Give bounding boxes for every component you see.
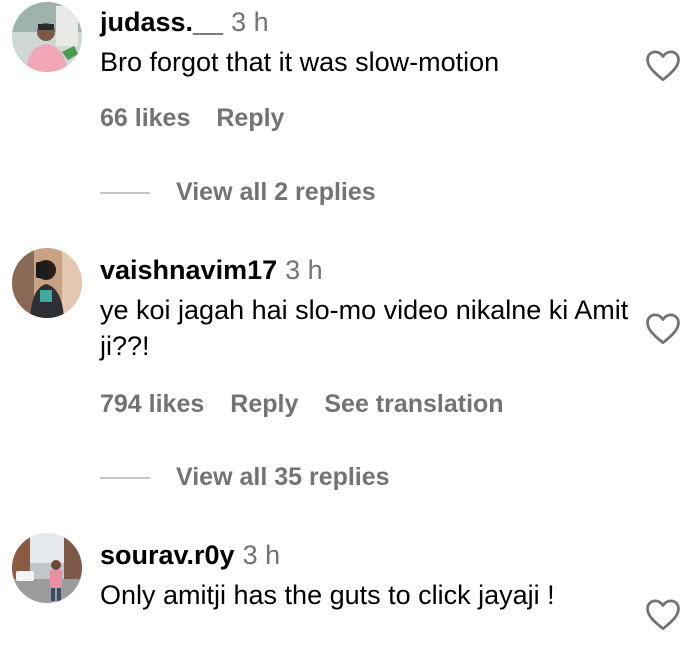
avatar-image — [12, 533, 82, 603]
avatar[interactable] — [12, 2, 82, 72]
heart-icon[interactable] — [644, 311, 682, 345]
view-replies-button[interactable]: View all 35 replies — [100, 463, 390, 495]
view-replies-label: View all 2 replies — [176, 178, 376, 206]
avatar[interactable] — [12, 248, 82, 318]
username[interactable]: vaishnavim17 — [100, 255, 277, 285]
view-replies-button[interactable]: View all 2 replies — [100, 178, 376, 210]
reply-button[interactable]: Reply — [216, 104, 284, 132]
likes-count[interactable]: 66 likes — [100, 104, 190, 132]
comment-text: Bro forgot that it was slow-motion — [100, 47, 500, 77]
comment-time: 3 h — [242, 540, 281, 570]
avatar-image — [12, 2, 82, 72]
comment-text: ye koi jagah hai slo-mo video nikalne ki… — [100, 295, 629, 361]
reply-button[interactable]: Reply — [230, 390, 298, 418]
comment-header: sourav.r0y 3 h — [100, 539, 280, 571]
comment-actions: 66 likes Reply — [100, 104, 310, 133]
username[interactable]: judass.__ — [100, 7, 223, 37]
comment-text: Only amitji has the guts to click jayaji… — [100, 580, 555, 610]
heart-icon[interactable] — [644, 48, 682, 82]
comment-header: vaishnavim17 3 h — [100, 254, 323, 286]
comment-actions: 794 likes Reply See translation — [100, 390, 530, 419]
see-translation-button[interactable]: See translation — [324, 390, 503, 418]
view-replies-label: View all 35 replies — [176, 463, 390, 491]
comment-time: 3 h — [231, 7, 269, 37]
avatar-image — [12, 248, 82, 318]
likes-count[interactable]: 794 likes — [100, 390, 204, 418]
replies-divider — [100, 191, 150, 194]
comment-time: 3 h — [285, 255, 323, 285]
replies-divider — [100, 476, 150, 479]
avatar[interactable] — [12, 533, 82, 603]
username[interactable]: sourav.r0y — [100, 540, 235, 570]
comment-header: judass.__ 3 h — [100, 6, 269, 38]
heart-icon[interactable] — [644, 597, 682, 631]
